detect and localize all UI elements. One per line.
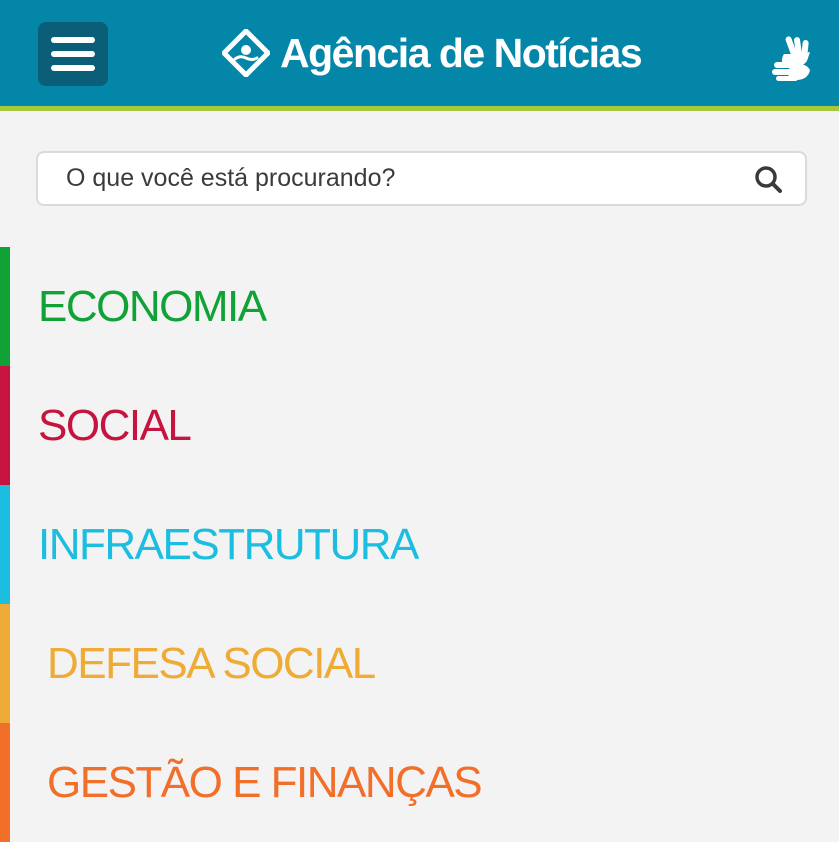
category-item-social[interactable]: SOCIAL: [0, 366, 839, 485]
hamburger-menu-icon-bar: [51, 51, 95, 57]
menu-button[interactable]: [38, 22, 108, 86]
category-menu: ECONOMIA SOCIAL INFRAESTRUTURA DEFESA SO…: [0, 247, 839, 842]
search-box: [36, 151, 807, 206]
category-item-economia[interactable]: ECONOMIA: [0, 247, 839, 366]
category-color-bar: [0, 485, 10, 604]
site-logo[interactable]: Agência de Notícias: [222, 20, 643, 86]
category-color-bar: [0, 723, 10, 842]
category-color-bar: [0, 604, 10, 723]
category-label: ECONOMIA: [38, 281, 267, 331]
category-label: INFRAESTRUTURA: [38, 519, 419, 569]
category-label: GESTÃO E FINANÇAS: [47, 757, 483, 807]
search-input[interactable]: [38, 153, 738, 204]
app-header: Agência de Notícias: [0, 0, 839, 111]
category-label: DEFESA SOCIAL: [47, 638, 376, 688]
site-title: Agência de Notícias: [280, 29, 643, 76]
category-label: SOCIAL: [38, 400, 192, 450]
sign-language-icon[interactable]: [770, 34, 816, 82]
search-icon[interactable]: [753, 164, 783, 194]
category-color-bar: [0, 366, 10, 485]
category-item-defesa-social[interactable]: DEFESA SOCIAL: [0, 604, 839, 723]
hamburger-menu-icon-bar: [51, 65, 95, 71]
category-item-gestao-e-financas[interactable]: GESTÃO E FINANÇAS: [0, 723, 839, 842]
diamond-logo-icon: [222, 29, 270, 77]
hamburger-menu-icon: [51, 37, 95, 43]
category-color-bar: [0, 247, 10, 366]
category-item-infraestrutura[interactable]: INFRAESTRUTURA: [0, 485, 839, 604]
